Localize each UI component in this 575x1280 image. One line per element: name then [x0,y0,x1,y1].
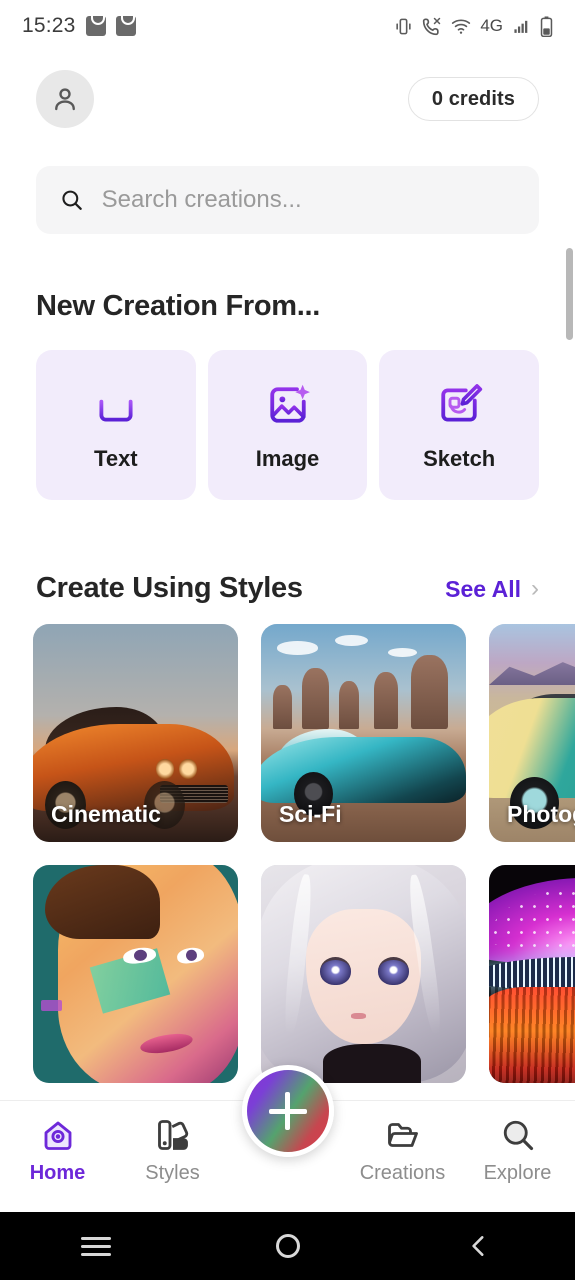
styles-section-title: Create Using Styles [36,572,303,604]
sketch-pencil-icon [441,384,483,422]
avatar[interactable] [36,70,94,128]
android-home-button[interactable] [192,1234,384,1258]
style-card-artwork [33,865,238,1083]
style-card-label: Photography [507,801,575,827]
wifi-icon [452,19,471,34]
style-card-neon[interactable] [489,865,575,1083]
creation-option-label: Sketch [423,446,496,471]
search-input[interactable] [101,186,515,214]
style-card-photography[interactable]: Photography [489,624,575,842]
nav-item-label: Home [29,1162,86,1184]
credits-badge[interactable]: 0 credits [407,77,539,121]
folder-icon [387,1123,418,1147]
call-mute-icon [423,17,441,36]
text-box-icon [99,388,133,422]
see-all-button[interactable]: See All › [445,576,539,603]
status-bar: 15:23 4G [0,0,575,52]
see-all-label: See All [445,576,521,602]
status-bar-right: 4G [394,15,553,37]
nav-item-label: Creations [359,1162,446,1184]
nav-item-label: Styles [145,1162,200,1184]
battery-icon [540,15,553,37]
nav-item-label: Explore [483,1162,552,1184]
status-bar-left: 15:23 [22,14,136,38]
android-back-button[interactable] [383,1233,575,1259]
network-type-label: 4G [480,16,503,35]
style-card-artwork [489,865,575,1083]
style-card-label: Cinematic [51,801,161,827]
creation-option-text[interactable]: Text [36,350,196,500]
chevron-left-icon [472,1236,484,1256]
person-icon [55,88,75,111]
signal-icon [514,20,528,33]
nav-item-explore[interactable]: Explore [460,1117,575,1185]
style-card-grid: Cinematic Sci-Fi Photography [33,624,575,1083]
style-card-anime[interactable] [261,865,466,1083]
palette-icon [157,1120,188,1150]
creation-option-label: Image [255,446,320,471]
new-creation-title: New Creation From... [36,290,321,322]
style-card-cinematic[interactable]: Cinematic [33,624,238,842]
search-icon [503,1120,533,1151]
image-sparkle-icon [269,384,310,423]
bottom-navigation: Home Styles Creations Explore [0,1065,575,1212]
vibrate-icon [396,18,411,34]
styles-section-header: Create Using Styles See All › [36,572,539,605]
mail-bag-icon [115,15,136,36]
android-navigation-bar [0,1212,575,1280]
creation-option-sketch[interactable]: Sketch [379,350,540,500]
style-card-vector-art[interactable] [33,865,238,1083]
new-creation-options: Text Image Sketch [36,350,540,500]
search-icon [62,190,82,210]
plus-icon [285,1092,290,1130]
android-recents-button[interactable] [0,1232,192,1261]
app-header: 0 credits [0,64,575,134]
creation-option-image[interactable]: Image [207,350,368,500]
style-card-scifi[interactable]: Sci-Fi [261,624,466,842]
menu-lines-icon [80,1232,111,1261]
creation-option-label: Text [94,446,138,471]
plus-icon [268,1108,307,1114]
home-camera-icon [44,1121,71,1150]
status-time: 15:23 [22,14,76,37]
style-card-label: Sci-Fi [279,801,342,827]
chevron-right-icon: › [531,574,539,602]
phone-screen: 15:23 4G 0 credits Search creations... N… [0,0,575,1280]
search-bar[interactable] [36,166,539,234]
nav-item-creations[interactable]: Creations [345,1117,460,1185]
page-scrollbar[interactable] [566,248,573,340]
nav-item-styles[interactable]: Styles [115,1117,230,1185]
style-card-artwork [261,865,466,1083]
nav-item-home[interactable]: Home [0,1117,115,1185]
circle-icon [275,1234,300,1258]
mail-bag-icon [85,15,106,36]
